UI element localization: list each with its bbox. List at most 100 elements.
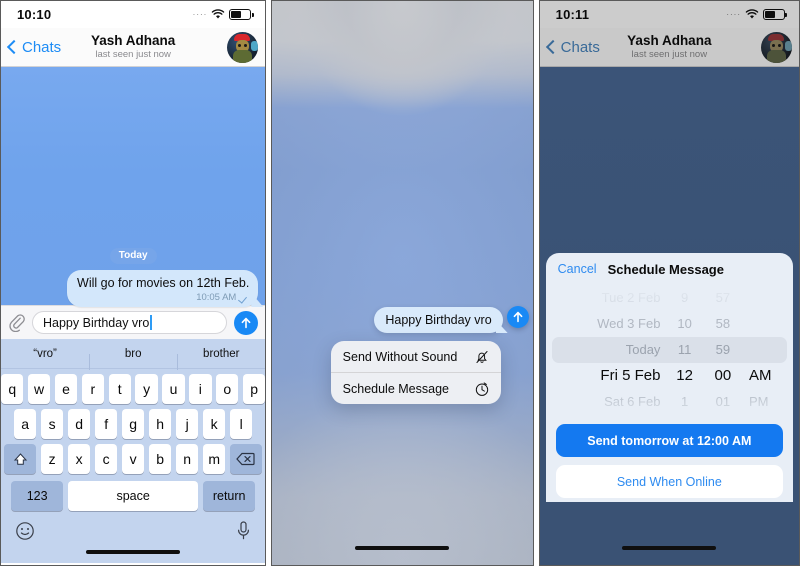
arrow-up-icon bbox=[241, 317, 251, 328]
message-input[interactable]: Happy Birthday vro bbox=[32, 311, 228, 334]
arrow-up-icon bbox=[513, 311, 523, 323]
home-indicator[interactable] bbox=[355, 546, 450, 550]
sheet-header: Cancel Schedule Message bbox=[546, 253, 793, 285]
home-indicator-wrap bbox=[540, 537, 799, 559]
date-time-picker[interactable]: Mon 1 Feb Tue 2 Feb Wed 3 Feb Today Fri … bbox=[546, 285, 793, 415]
picker-column-minute[interactable]: 56 57 58 59 00 01 02 03 bbox=[703, 285, 743, 415]
picker-hour-selected[interactable]: 12 bbox=[676, 363, 693, 389]
key-d[interactable]: d bbox=[67, 409, 91, 439]
send-tomorrow-button[interactable]: Send tomorrow at 12:00 AM bbox=[555, 424, 783, 457]
key-o[interactable]: o bbox=[216, 374, 239, 404]
key-x[interactable]: x bbox=[67, 444, 91, 474]
screenshot-stage: 10:10 ···· Chats Yash Adhana last seen j… bbox=[0, 0, 800, 566]
pending-message-text: Happy Birthday vro bbox=[385, 313, 492, 327]
emoji-icon[interactable] bbox=[15, 521, 35, 541]
key-m[interactable]: m bbox=[202, 444, 226, 474]
key-g[interactable]: g bbox=[121, 409, 145, 439]
picker-meridiem-selected[interactable]: AM bbox=[749, 363, 772, 389]
shift-key[interactable] bbox=[4, 444, 37, 474]
home-indicator[interactable] bbox=[622, 546, 717, 550]
picker-minute-selected[interactable]: 00 bbox=[715, 363, 732, 389]
key-c[interactable]: c bbox=[94, 444, 118, 474]
key-i[interactable]: i bbox=[189, 374, 212, 404]
picker-day-selected[interactable]: Fri 5 Feb bbox=[600, 363, 660, 389]
schedule-message-sheet: Cancel Schedule Message Mon 1 Feb Tue 2 … bbox=[545, 253, 793, 502]
numbers-key[interactable]: 123 bbox=[11, 481, 64, 511]
return-key[interactable]: return bbox=[203, 481, 256, 511]
key-l[interactable]: l bbox=[229, 409, 253, 439]
navigation-bar: Chats Yash Adhana last seen just now bbox=[539, 28, 799, 67]
message-time: 10:05 AM bbox=[196, 292, 237, 303]
key-q[interactable]: q bbox=[1, 374, 24, 404]
backspace-key[interactable] bbox=[229, 444, 262, 474]
key-b[interactable]: b bbox=[148, 444, 172, 474]
picker-column-hour[interactable]: 8 9 10 11 12 1 2 3 bbox=[666, 285, 702, 415]
backspace-icon bbox=[236, 452, 256, 466]
key-z[interactable]: z bbox=[40, 444, 64, 474]
chevron-left-icon bbox=[6, 39, 22, 55]
battery-icon bbox=[762, 9, 788, 20]
message-meta: 10:05 AM bbox=[77, 292, 249, 303]
key-s[interactable]: s bbox=[40, 409, 64, 439]
phone-panel-context-menu: Happy Birthday vro Send Without Sound Sc… bbox=[271, 0, 534, 566]
sheet-actions: Send tomorrow at 12:00 AM Send When Onli… bbox=[546, 415, 793, 502]
key-p[interactable]: p bbox=[242, 374, 266, 404]
suggestion-1[interactable]: bro bbox=[89, 348, 177, 370]
picker-minute-option[interactable]: 59 bbox=[716, 337, 730, 363]
picker-minute-option[interactable]: 58 bbox=[716, 311, 730, 337]
picker-hour-option[interactable]: 10 bbox=[677, 311, 691, 337]
menu-item-schedule-message[interactable]: Schedule Message bbox=[330, 372, 501, 404]
key-u[interactable]: u bbox=[162, 374, 185, 404]
picker-hour-option[interactable]: 11 bbox=[678, 337, 692, 363]
key-k[interactable]: k bbox=[202, 409, 226, 439]
picker-column-day[interactable]: Mon 1 Feb Tue 2 Feb Wed 3 Feb Today Fri … bbox=[546, 285, 667, 415]
key-y[interactable]: y bbox=[135, 374, 158, 404]
picker-hour-option[interactable]: 1 bbox=[681, 389, 688, 415]
keyboard-row-3: z x c v b n m bbox=[1, 444, 265, 474]
picker-day-option[interactable]: Today bbox=[626, 337, 661, 363]
send-button[interactable] bbox=[234, 310, 259, 335]
suggestion-2[interactable]: brother bbox=[177, 348, 265, 370]
picker-hour-option[interactable]: 9 bbox=[681, 285, 688, 311]
menu-item-send-without-sound[interactable]: Send Without Sound bbox=[331, 341, 501, 372]
cancel-button[interactable]: Cancel bbox=[558, 262, 597, 276]
picker-day-option[interactable]: Sat 6 Feb bbox=[604, 389, 660, 415]
navigation-bar: Chats Yash Adhana last seen just now bbox=[1, 28, 266, 67]
key-h[interactable]: h bbox=[148, 409, 172, 439]
send-when-online-button[interactable]: Send When Online bbox=[555, 465, 783, 498]
key-f[interactable]: f bbox=[94, 409, 118, 439]
status-time: 10:11 bbox=[555, 7, 590, 22]
space-key[interactable]: space bbox=[68, 481, 199, 511]
send-button[interactable] bbox=[506, 306, 529, 328]
picker-meridiem-option[interactable]: PM bbox=[749, 389, 769, 415]
home-indicator[interactable] bbox=[86, 550, 181, 554]
text-caret bbox=[150, 315, 152, 330]
back-to-chats-button[interactable]: Chats bbox=[6, 39, 61, 56]
picker-day-option[interactable]: Wed 3 Feb bbox=[597, 311, 660, 337]
back-to-chats-button[interactable]: Chats bbox=[545, 39, 600, 56]
key-v[interactable]: v bbox=[121, 444, 145, 474]
chevron-left-icon bbox=[545, 39, 560, 55]
avatar[interactable] bbox=[760, 32, 792, 63]
key-j[interactable]: j bbox=[175, 409, 199, 439]
picker-minute-option[interactable]: 57 bbox=[716, 285, 730, 311]
pending-message-bubble[interactable]: Happy Birthday vro bbox=[374, 307, 503, 333]
avatar[interactable] bbox=[227, 32, 259, 63]
key-a[interactable]: a bbox=[13, 409, 37, 439]
microphone-icon[interactable] bbox=[236, 520, 251, 541]
sent-check-icon bbox=[239, 294, 249, 302]
key-n[interactable]: n bbox=[175, 444, 199, 474]
autocorrect-suggestion-bar: “vro” bro brother bbox=[1, 339, 266, 370]
picker-minute-option[interactable]: 01 bbox=[716, 389, 730, 415]
picker-day-option[interactable]: Tue 2 Feb bbox=[602, 285, 661, 311]
outgoing-message-bubble[interactable]: Will go for movies on 12th Feb. 10:05 AM bbox=[67, 270, 259, 307]
keyboard-row-1: q w e r t y u i o p bbox=[1, 374, 266, 404]
picker-column-meridiem[interactable]: AM PM bbox=[743, 363, 793, 415]
key-r[interactable]: r bbox=[81, 374, 105, 404]
paperclip-icon[interactable] bbox=[8, 313, 25, 332]
key-e[interactable]: e bbox=[54, 374, 78, 404]
key-w[interactable]: w bbox=[27, 374, 51, 404]
key-t[interactable]: t bbox=[108, 374, 131, 404]
home-indicator-wrap bbox=[272, 537, 532, 559]
suggestion-0[interactable]: “vro” bbox=[1, 348, 89, 360]
